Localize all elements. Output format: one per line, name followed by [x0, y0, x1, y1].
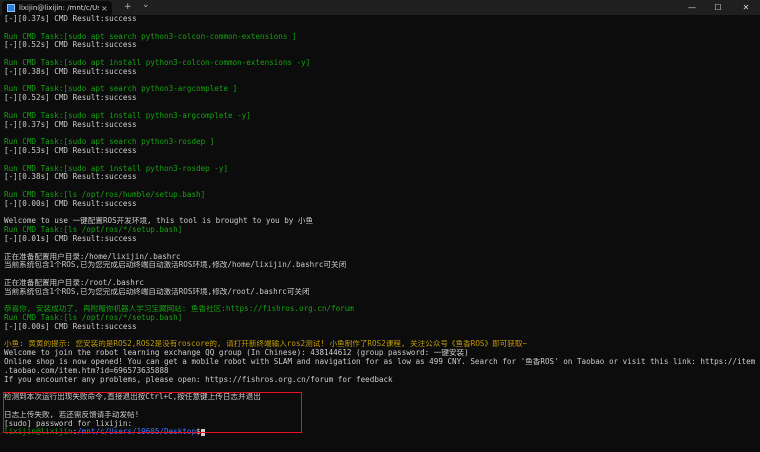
prompt-path: /mnt/c/Users/19605/Desktop: [77, 428, 197, 437]
terminal-line: [-][0.52s] CMD Result:success: [4, 41, 137, 50]
terminal-line: Run CMD Task:[ls /opt/ros/*/setup.bash]: [4, 314, 183, 323]
terminal-line: 小鱼: 黄黄的提示: 您安装的是ROS2,ROS2是没有roscore的, 请打…: [4, 340, 528, 349]
terminal-line: [-][0.38s] CMD Result:success: [4, 173, 137, 182]
terminal-line: Run CMD Task:[sudo apt install python3-c…: [4, 58, 311, 67]
terminal-line: If you encounter any problems, please op…: [4, 375, 393, 384]
maximize-button[interactable]: ☐: [706, 0, 730, 15]
terminal-line: [-][0.37s] CMD Result:success: [4, 120, 137, 129]
tab-dropdown-button[interactable]: ⌄: [142, 0, 150, 11]
tab-title: lixijin@lixijin: /mnt/c/Users/19: [19, 4, 99, 12]
terminal-line: Run CMD Task:[sudo apt search python3-ar…: [4, 85, 238, 94]
terminal-line: Welcome to use 一键配置ROS开发环境, this tool is…: [4, 217, 314, 226]
terminal-line: 正在准备配置用户目录:/root/.bashrc: [4, 278, 144, 287]
terminal-icon: [7, 4, 15, 12]
shell-prompt[interactable]: lixijin@lixijin:/mnt/c/Users/19605/Deskt…: [4, 428, 756, 437]
terminal-line: Run CMD Task:[sudo apt search python3-ro…: [4, 138, 215, 147]
terminal-line: [-][0.37s] CMD Result:success: [4, 15, 137, 23]
terminal-line: [-][0.53s] CMD Result:success: [4, 146, 137, 155]
terminal-line: Run CMD Task:[sudo apt install python3-r…: [4, 164, 229, 173]
minimize-button[interactable]: —: [680, 0, 704, 15]
new-tab-button[interactable]: +: [124, 1, 132, 13]
terminal-line: Welcome to join the robot learning excha…: [4, 349, 469, 358]
title-bar: lixijin@lixijin: /mnt/c/Users/19 × + ⌄ —…: [0, 0, 760, 15]
terminal-line: 当前系统包含1个ROS,已为您完成启动终端自动激活ROS环境,修改/home/l…: [4, 261, 347, 270]
terminal-line: Run CMD Task:[sudo apt install python3-a…: [4, 111, 251, 120]
terminal-line: .taobao.com/item.htm?id=696573635888: [4, 366, 169, 375]
terminal-line: [-][0.00s] CMD Result:success: [4, 199, 137, 208]
terminal-line: 检测到本次运行出现失败命令,直接退出按Ctrl+C,按任意键上传日志并退出: [4, 393, 261, 402]
close-tab-icon[interactable]: ×: [101, 4, 108, 13]
close-window-button[interactable]: ✕: [734, 0, 758, 15]
terminal-line: 当前系统包含1个ROS,已为您完成启动终端自动激活ROS环境,修改/root/.…: [4, 287, 310, 296]
terminal-line: Run CMD Task:[sudo apt search python3-co…: [4, 32, 297, 41]
text-cursor: [200, 428, 205, 436]
terminal-line: [-][0.00s] CMD Result:success: [4, 322, 137, 331]
terminal-line: [-][0.38s] CMD Result:success: [4, 67, 137, 76]
terminal-tab[interactable]: lixijin@lixijin: /mnt/c/Users/19 ×: [2, 1, 112, 15]
terminal-line: [-][0.52s] CMD Result:success: [4, 94, 137, 103]
terminal-line: Run CMD Task:[ls /opt/ros/*/setup.bash]: [4, 226, 183, 235]
terminal-line: 日志上传失败, 若还需反馈请手动发帖!: [4, 410, 140, 419]
terminal-line: 恭喜你, 安装成功了, 再附赠你机器人学习宝藏网站: 鱼香社区:https://…: [4, 305, 354, 314]
terminal-line: Online shop is now opened! You can get a…: [4, 358, 756, 367]
terminal-output[interactable]: [-][0.37s] CMD Result:success Run CMD Tas…: [4, 15, 756, 437]
terminal-line: [sudo] password for lixijin:: [4, 419, 133, 428]
terminal-line: Run CMD Task:[ls /opt/ros/humble/setup.b…: [4, 190, 206, 199]
terminal-line: 正在准备配置用户目录:/home/lixijin/.bashrc: [4, 252, 181, 261]
prompt-user-host: lixijin@lixijin: [4, 428, 73, 437]
terminal-line: [-][0.01s] CMD Result:success: [4, 234, 137, 243]
